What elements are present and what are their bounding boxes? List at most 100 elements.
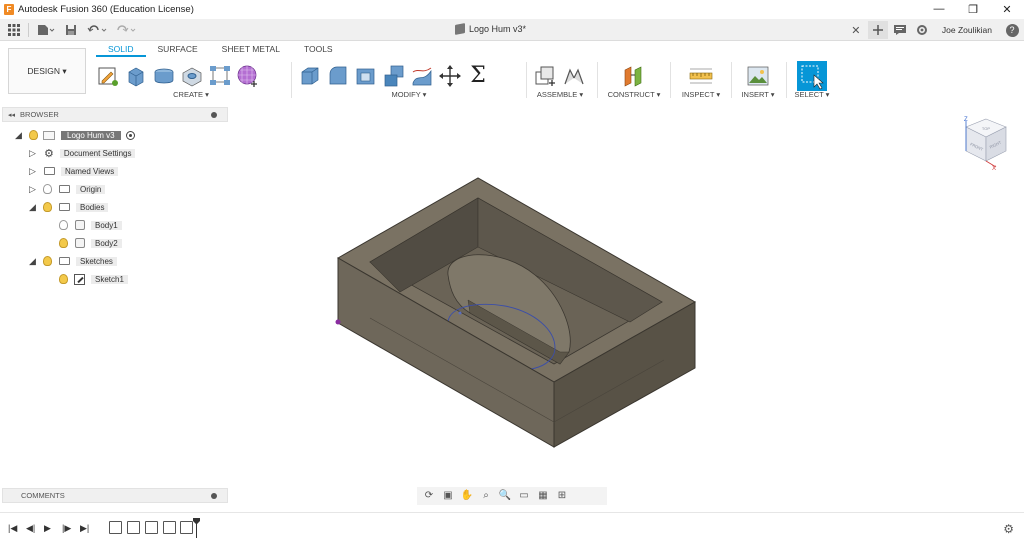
collapse-arrows-icon[interactable]: ◂◂ (8, 111, 15, 119)
browser-panel-header[interactable]: ◂◂ BROWSER (2, 107, 228, 122)
viewcube[interactable]: TOP FRONT RIGHT Z X (958, 115, 1014, 171)
body-icon (75, 238, 85, 248)
data-panel-grid-icon[interactable] (4, 22, 24, 38)
document-tab[interactable]: Logo Hum v3* (455, 23, 526, 35)
visibility-bulb-icon[interactable] (43, 202, 52, 212)
orbit-icon[interactable]: ⟳ (421, 490, 437, 502)
step-forward-icon[interactable]: |▶ (62, 523, 71, 534)
tree-item-sketch1[interactable]: Sketch1 (53, 272, 128, 286)
tree-item-document-settings[interactable]: ▷ ⚙ Document Settings (28, 146, 136, 160)
assemble-group-label[interactable]: ASSEMBLE ▾ (530, 90, 590, 99)
display-settings-icon[interactable]: ▭ (516, 490, 532, 502)
form-tspline-icon[interactable] (236, 64, 260, 88)
timeline-extrude-feature-icon[interactable] (127, 521, 140, 534)
close-tab-button[interactable]: ✕ (846, 21, 866, 39)
timeline-settings-gear-icon[interactable]: ⚙ (1003, 522, 1014, 536)
timeline-extrude-feature-icon[interactable] (163, 521, 176, 534)
create-group-label[interactable]: CREATE ▾ (96, 90, 286, 99)
measure-icon[interactable] (689, 64, 713, 88)
tree-item-body2[interactable]: Body2 (53, 236, 122, 250)
navigation-bar: ⟳ ▣ ✋ ⌕ 🔍 ▭ ▦ ⊞ (417, 487, 607, 505)
joint-icon[interactable] (562, 64, 586, 88)
visibility-bulb-icon[interactable] (43, 184, 52, 194)
window-controls: — ❐ ✕ (922, 0, 1024, 18)
shell-icon[interactable] (354, 64, 378, 88)
timeline-extrude-feature-icon[interactable] (145, 521, 158, 534)
user-account-name[interactable]: Joe Zoulikian (934, 25, 1000, 35)
insert-group-label[interactable]: INSERT ▾ (735, 90, 781, 99)
look-at-icon[interactable]: ▣ (440, 490, 456, 502)
expanded-triangle-icon[interactable]: ◢ (14, 130, 23, 141)
inspect-group-label[interactable]: INSPECT ▾ (676, 90, 726, 99)
tree-item-body1[interactable]: Body1 (53, 218, 122, 232)
save-icon[interactable] (61, 22, 81, 38)
expanded-triangle-icon[interactable]: ◢ (28, 202, 37, 213)
job-status-icon[interactable] (890, 21, 910, 39)
collapsed-triangle-icon[interactable]: ▷ (28, 148, 37, 159)
offset-plane-icon[interactable] (622, 64, 646, 88)
press-pull-icon[interactable] (298, 64, 322, 88)
select-group-label[interactable]: SELECT ▾ (790, 90, 834, 99)
zoom-icon[interactable]: ⌕ (478, 490, 494, 502)
new-tab-plus-icon[interactable] (867, 21, 888, 39)
add-comment-icon[interactable] (211, 492, 217, 499)
tree-item-origin[interactable]: ▷ Origin (28, 182, 106, 196)
move-copy-icon[interactable] (438, 64, 462, 88)
pattern-icon[interactable] (208, 64, 232, 88)
grid-snaps-icon[interactable]: ▦ (535, 490, 551, 502)
tab-solid[interactable]: SOLID (96, 43, 146, 57)
step-back-icon[interactable]: ◀| (26, 523, 35, 534)
replace-face-icon[interactable] (410, 64, 434, 88)
revolve-icon[interactable] (152, 64, 176, 88)
notifications-clock-icon[interactable] (912, 21, 932, 39)
insert-image-icon[interactable] (746, 64, 770, 88)
compute-all-sigma-icon[interactable]: Σ (466, 63, 490, 88)
visibility-bulb-icon[interactable] (59, 220, 68, 230)
play-icon[interactable]: ▶ (44, 523, 51, 534)
zoom-window-icon[interactable]: 🔍 (497, 490, 513, 502)
timeline-extrude-feature-icon[interactable] (180, 521, 193, 534)
collapsed-triangle-icon[interactable]: ▷ (28, 166, 37, 177)
workspace-switcher-button[interactable]: DESIGN ▾ (8, 48, 86, 94)
fillet-icon[interactable] (326, 64, 350, 88)
viewports-icon[interactable]: ⊞ (554, 490, 570, 502)
go-to-start-icon[interactable]: |◀ (8, 523, 17, 534)
tab-tools[interactable]: TOOLS (292, 43, 345, 57)
create-sketch-icon[interactable] (96, 64, 120, 88)
expanded-triangle-icon[interactable]: ◢ (28, 256, 37, 267)
collapsed-triangle-icon[interactable]: ▷ (28, 184, 37, 195)
go-to-end-icon[interactable]: ▶| (80, 523, 89, 534)
file-menu-icon[interactable] (33, 22, 59, 38)
tab-sheet-metal[interactable]: SHEET METAL (210, 43, 292, 57)
extrude-icon[interactable] (124, 64, 148, 88)
3d-viewport-canvas[interactable] (232, 104, 952, 484)
pin-icon[interactable] (211, 111, 217, 118)
close-window-button[interactable]: ✕ (990, 0, 1024, 18)
timeline-sketch-feature-icon[interactable] (109, 521, 122, 534)
redo-icon[interactable] (113, 22, 141, 38)
visibility-bulb-icon[interactable] (43, 256, 52, 266)
tree-item-label: Named Views (61, 166, 119, 176)
visibility-bulb-icon[interactable] (59, 238, 68, 248)
tree-root-node[interactable]: ◢ Logo Hum v3 (14, 128, 135, 142)
comments-panel-header[interactable]: COMMENTS (2, 488, 228, 503)
construct-group-label[interactable]: CONSTRUCT ▾ (603, 90, 665, 99)
undo-icon[interactable] (83, 22, 111, 38)
tree-item-sketches[interactable]: ◢ Sketches (28, 254, 117, 268)
modify-group-label[interactable]: MODIFY ▾ (298, 90, 520, 99)
activate-radio-icon[interactable] (125, 130, 135, 140)
timeline-marker-icon[interactable] (193, 518, 200, 538)
tab-surface[interactable]: SURFACE (146, 43, 210, 57)
select-cursor-icon[interactable] (797, 60, 827, 91)
pan-hand-icon[interactable]: ✋ (459, 490, 475, 502)
tree-item-named-views[interactable]: ▷ Named Views (28, 164, 119, 178)
tree-item-bodies[interactable]: ◢ Bodies (28, 200, 109, 214)
restore-button[interactable]: ❐ (956, 0, 990, 18)
hole-icon[interactable] (180, 64, 204, 88)
visibility-bulb-icon[interactable] (29, 130, 38, 140)
new-component-icon[interactable] (534, 64, 558, 88)
minimize-button[interactable]: — (922, 0, 956, 18)
combine-icon[interactable] (382, 64, 406, 88)
help-button[interactable]: ? (1002, 21, 1022, 39)
visibility-bulb-icon[interactable] (59, 274, 68, 284)
